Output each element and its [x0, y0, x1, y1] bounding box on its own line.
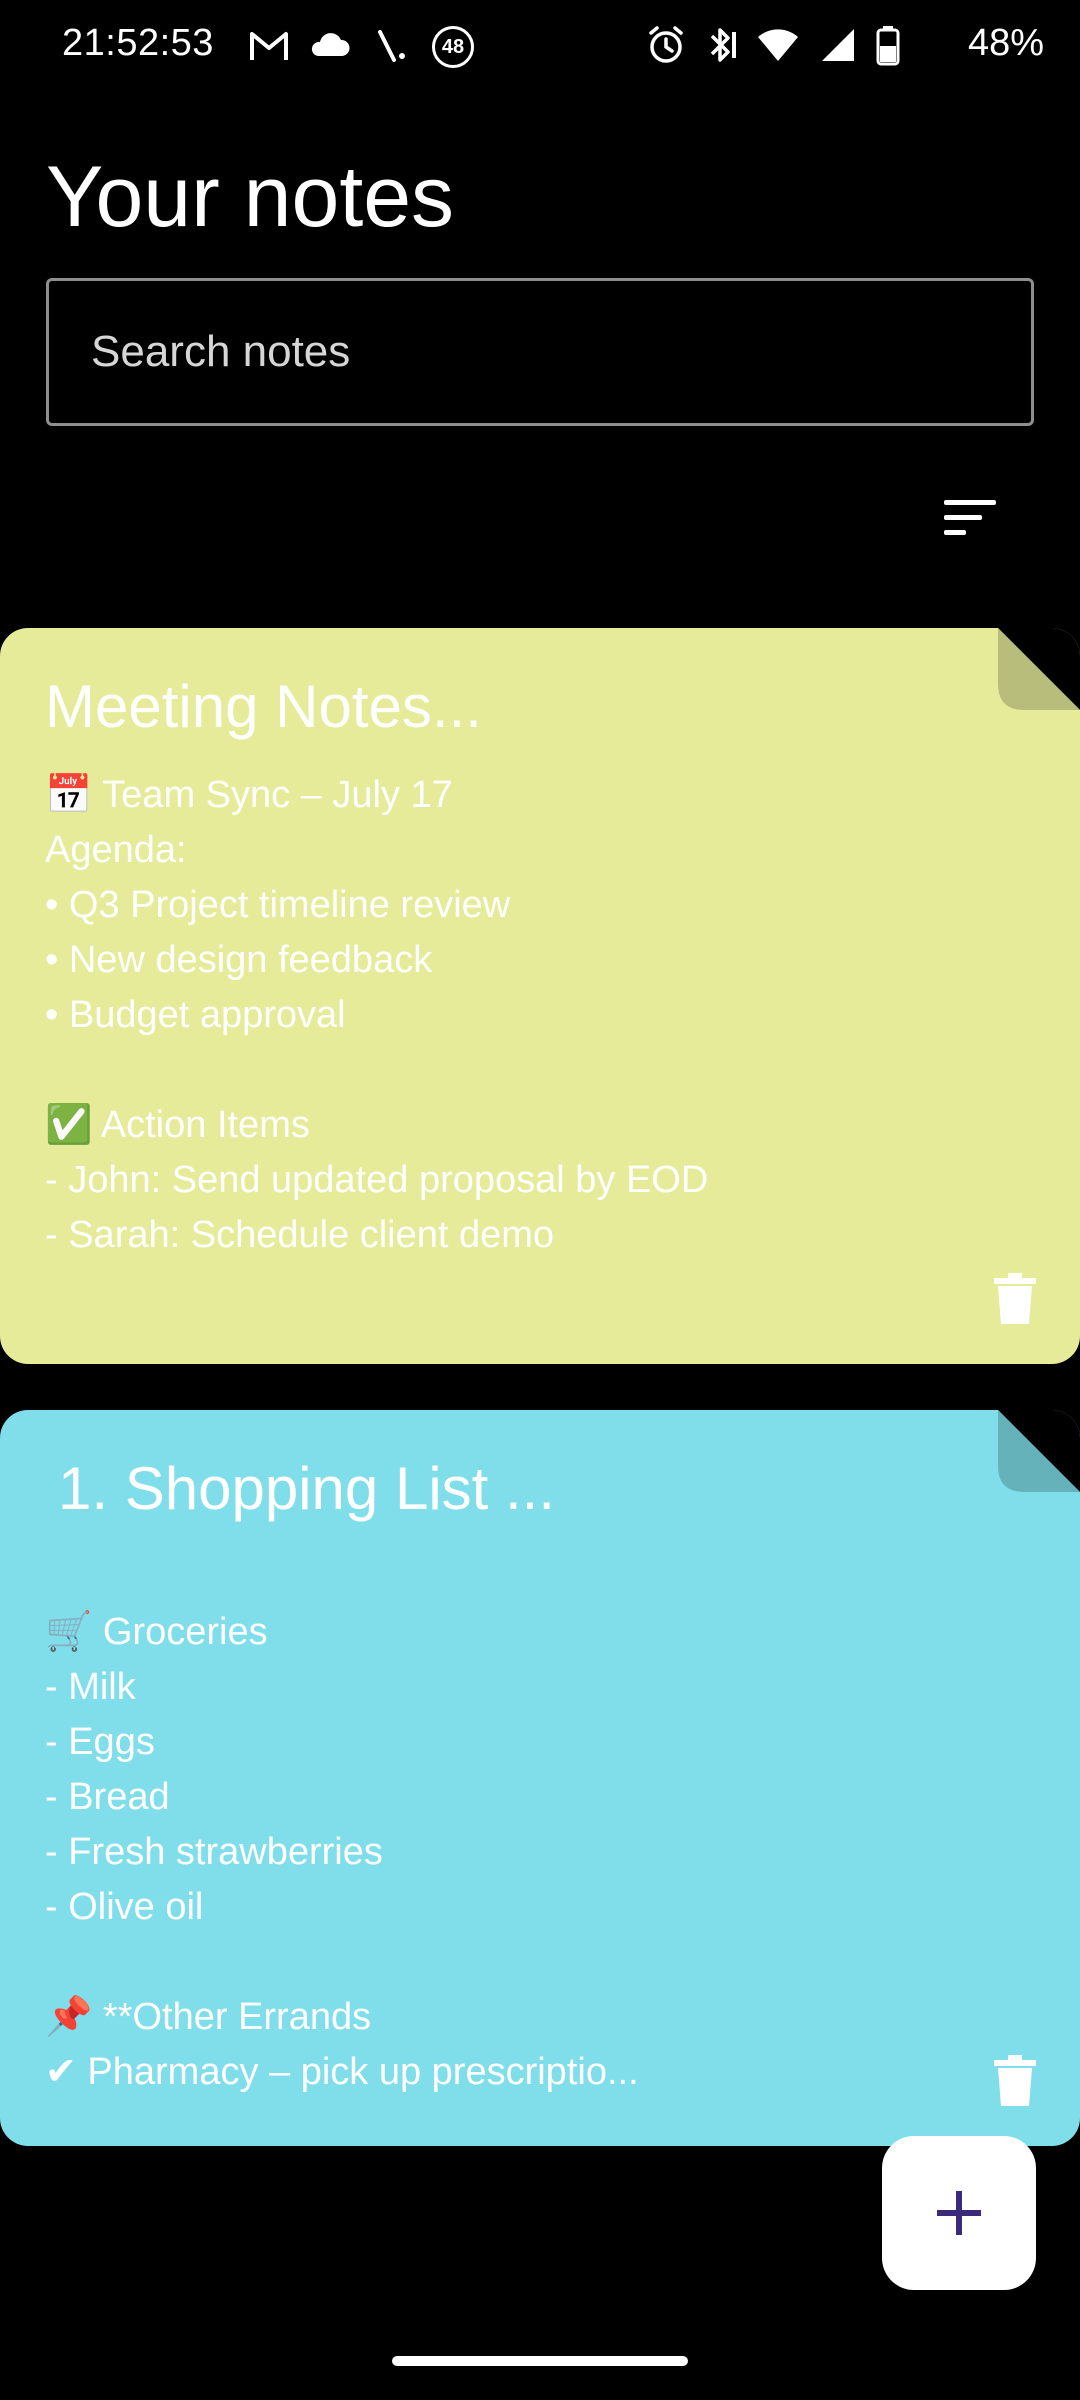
- trash-icon: [994, 2055, 1036, 2106]
- page-title: Your notes: [46, 149, 455, 245]
- bluetooth-icon: [710, 28, 736, 62]
- note-body: 📅 Team Sync – July 17 Agenda: • Q3 Proje…: [45, 774, 709, 1256]
- signal-slash-icon: [378, 30, 405, 62]
- trash-icon: [994, 1273, 1036, 1324]
- note-title: 1. Shopping List ...: [58, 1455, 555, 1522]
- sort-icon: [944, 500, 996, 535]
- delete-note-button[interactable]: [992, 1272, 1038, 1326]
- notification-badge-icon: 48: [432, 26, 474, 68]
- note-body: 🛒 Groceries - Milk - Eggs - Bread - Fres…: [45, 1611, 639, 2093]
- battery-icon: [876, 26, 900, 66]
- cell-signal-icon: [822, 29, 854, 61]
- sort-button[interactable]: [930, 488, 1010, 548]
- gmail-icon: [250, 32, 288, 60]
- status-time: 21:52:53: [62, 22, 214, 64]
- note-fold-corner: [998, 628, 1080, 710]
- wifi-icon: [758, 29, 798, 61]
- home-indicator[interactable]: [392, 2356, 688, 2366]
- cloud-icon: [311, 33, 350, 56]
- search-box[interactable]: [46, 278, 1034, 426]
- add-note-button[interactable]: [882, 2136, 1036, 2290]
- battery-percentage: 48%: [967, 22, 1044, 64]
- note-title: Meeting Notes...: [45, 673, 482, 740]
- plus-icon: [937, 2191, 981, 2235]
- note-card[interactable]: Meeting Notes... 📅 Team Sync – July 17 A…: [0, 628, 1080, 1364]
- delete-note-button[interactable]: [992, 2054, 1038, 2108]
- alarm-icon: [649, 26, 683, 63]
- note-card[interactable]: 1. Shopping List ... 🛒 Groceries - Milk …: [0, 1410, 1080, 2146]
- status-bar: 21:52:53 48 48%: [0, 0, 1080, 92]
- note-fold-corner: [998, 1410, 1080, 1492]
- search-input[interactable]: [49, 281, 1031, 423]
